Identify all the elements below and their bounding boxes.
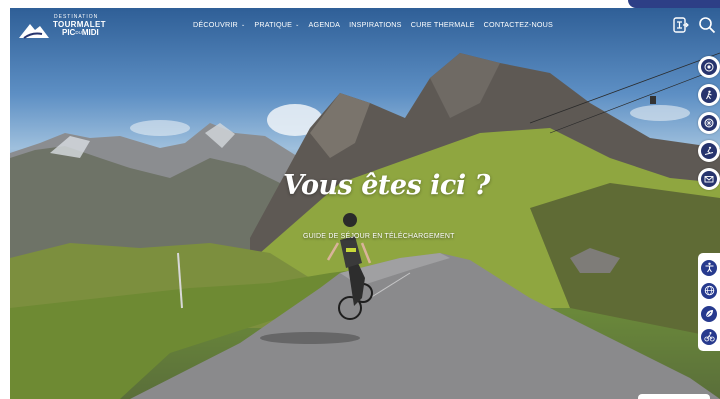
nav-item-cure-thermale[interactable]: CURE THERMALE [411,20,475,29]
site-logo[interactable]: DESTINATION TOURMALET PICDUMIDI [18,14,108,40]
bike-wheel-icon [701,115,717,131]
brand-line-pic-du-midi: PICDUMIDI [62,28,99,37]
hero-background [10,8,720,399]
header-corner-tab [628,0,720,8]
nav-item-pratique[interactable]: PRATIQUE ⌄ [254,20,299,29]
mountain-landscape [10,52,720,399]
leaf-icon[interactable] [701,305,717,322]
translate-icon[interactable] [672,16,690,34]
skier-icon [701,143,717,159]
cyclist-icon[interactable] [701,328,717,345]
side-button-ski[interactable] [698,140,720,162]
bottom-tab [638,394,710,399]
nav-item-agenda[interactable]: AGENDA [309,20,341,29]
nav-item-inspirations[interactable]: INSPIRATIONS [349,20,402,29]
mountain-logo-icon [19,24,49,39]
hiker-icon [701,87,717,103]
target-icon [701,59,717,75]
header-tools [672,16,716,34]
side-button-hiking[interactable] [698,84,720,106]
chevron-down-icon: ⌄ [240,22,246,28]
search-icon[interactable] [698,16,716,34]
mail-icon [701,171,717,187]
hero-title: Vous êtes ici ? [283,170,490,201]
side-button-target[interactable] [698,56,720,78]
nav-item-contactez-nous[interactable]: CONTACTEZ-NOUS [484,20,553,29]
main-navigation: DÉCOUVRIR ⌄ PRATIQUE ⌄ AGENDA INSPIRATIONS… [193,20,553,29]
chevron-down-icon: ⌄ [295,22,300,28]
side-button-cycling[interactable] [698,112,720,134]
guide-download-link[interactable]: GUIDE DE SÉJOUR EN TÉLÉCHARGEMENT [303,233,455,240]
accessibility-panel [698,253,720,351]
side-button-newsletter[interactable] [698,168,720,190]
side-quick-links [698,56,720,190]
nav-item-decouvrir[interactable]: DÉCOUVRIR ⌄ [193,20,245,29]
globe-icon[interactable] [701,282,717,299]
accessibility-icon[interactable] [701,259,717,276]
